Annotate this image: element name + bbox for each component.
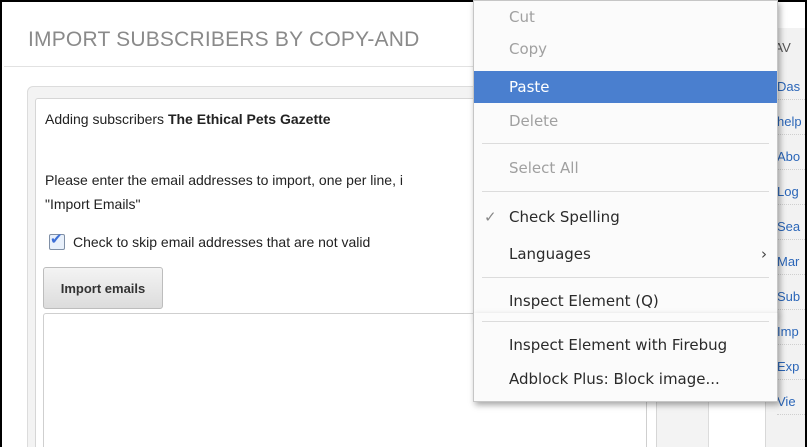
menu-item-select-all[interactable]: Select All [474, 152, 777, 184]
nav-link-view[interactable]: Vie [777, 390, 805, 415]
skip-invalid-label: Check to skip email addresses that are n… [73, 234, 371, 250]
nav-link-dashboard[interactable]: Das [777, 75, 805, 100]
nav-link-search[interactable]: Sea [777, 215, 805, 240]
menu-item-adblock[interactable]: Adblock Plus: Block image... [474, 363, 777, 395]
skip-invalid-row: Check to skip email addresses that are n… [49, 230, 371, 250]
menu-item-check-spelling[interactable]: ✓ Check Spelling [474, 201, 777, 233]
menu-item-cut-label: Cut [509, 8, 535, 26]
menu-item-delete-label: Delete [509, 112, 559, 130]
instructions-line-1: Please enter the email addresses to impo… [45, 172, 403, 188]
nav-link-subscribers[interactable]: Sub [777, 285, 805, 310]
menu-item-paste[interactable]: Paste [474, 71, 777, 103]
nav-link-about[interactable]: Abo [777, 145, 805, 170]
nav-link-export[interactable]: Exp [777, 355, 805, 380]
menu-item-cut[interactable]: Cut [474, 1, 777, 33]
instructions-line-2: "Import Emails" [45, 196, 141, 212]
menu-item-languages-label: Languages [509, 245, 591, 263]
menu-item-inspect-firebug-label: Inspect Element with Firebug [509, 336, 728, 354]
menu-item-paste-label: Paste [509, 78, 550, 96]
menu-item-copy-label: Copy [509, 40, 548, 58]
import-instructions: Please enter the email addresses to impo… [45, 168, 485, 216]
menu-divider [482, 277, 769, 278]
checkmark-icon: ✓ [484, 208, 497, 226]
menu-divider [482, 143, 769, 144]
menu-item-copy[interactable]: Copy [474, 33, 777, 65]
menu-item-inspect-firebug[interactable]: Inspect Element with Firebug [474, 329, 777, 361]
skip-invalid-checkbox[interactable] [49, 230, 65, 250]
nav-link-logout[interactable]: Log [777, 180, 805, 205]
adding-subscribers-line: Adding subscribers The Ethical Pets Gaze… [45, 111, 331, 127]
menu-item-adblock-label: Adblock Plus: Block image... [509, 370, 720, 388]
nav-link-import[interactable]: Imp [777, 320, 805, 345]
menu-item-delete[interactable]: Delete [474, 105, 777, 137]
menu-divider [482, 191, 769, 192]
menu-item-languages[interactable]: Languages › [474, 238, 777, 270]
nav-link-manage[interactable]: Mar [777, 250, 805, 275]
context-menu-lower: Inspect Element with Firebug Adblock Plu… [473, 313, 778, 402]
menu-item-select-all-label: Select All [509, 159, 579, 177]
menu-item-check-spelling-label: Check Spelling [509, 208, 620, 226]
import-emails-button[interactable]: Import emails [43, 267, 163, 309]
nav-link-help[interactable]: help [777, 110, 805, 135]
list-name: The Ethical Pets Gazette [167, 111, 331, 127]
page-title: IMPORT SUBSCRIBERS BY COPY-AND [28, 28, 420, 51]
adding-prefix: Adding subscribers [45, 111, 165, 127]
context-menu: Cut Copy Paste Delete Select All ✓ Check… [473, 0, 778, 315]
menu-divider [482, 321, 769, 322]
chevron-right-icon: › [761, 245, 767, 263]
